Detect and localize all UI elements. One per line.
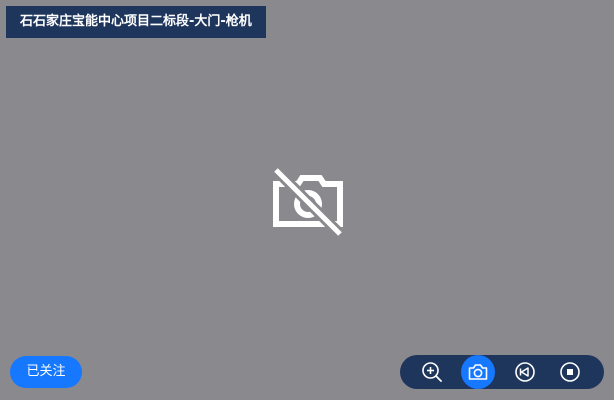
camera-title: 石石家庄宝能中心项目二标段-大门-枪机	[6, 6, 266, 38]
camera-off-icon	[272, 166, 344, 238]
follow-button[interactable]: 已关注	[10, 356, 82, 388]
camera-icon	[468, 364, 488, 380]
snapshot-button[interactable]	[461, 355, 495, 389]
zoom-in-button[interactable]	[415, 355, 449, 389]
control-toolbar	[400, 355, 604, 389]
stop-button[interactable]	[553, 355, 587, 389]
zoom-in-icon	[422, 362, 442, 382]
rewind-icon	[515, 362, 535, 382]
camera-viewport[interactable]: 石石家庄宝能中心项目二标段-大门-枪机 已关注	[0, 0, 614, 400]
playback-button[interactable]	[508, 355, 542, 389]
stop-icon	[560, 362, 580, 382]
